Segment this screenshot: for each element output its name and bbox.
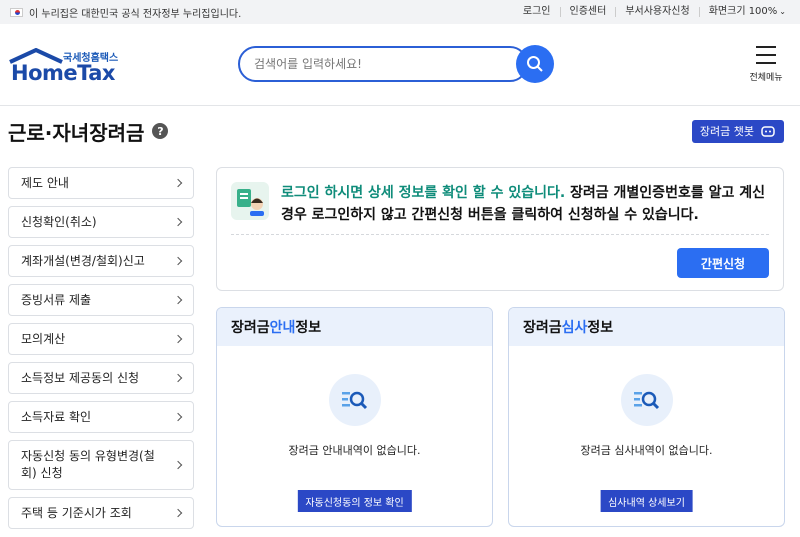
search-box bbox=[238, 45, 556, 84]
page-title: 근로·자녀장려금 bbox=[8, 120, 145, 145]
sidebar-item-check-cancel[interactable]: 신청확인(취소) bbox=[8, 206, 194, 238]
all-menu-button[interactable]: 전체메뉴 bbox=[748, 46, 784, 83]
all-menu-label: 전체메뉴 bbox=[749, 73, 783, 83]
robot-icon bbox=[761, 126, 775, 137]
sidebar: 제도 안내 신청확인(취소) 계좌개설(변경/철회)신고 증빙서류 제출 모의계… bbox=[8, 167, 194, 536]
search-input[interactable] bbox=[238, 46, 528, 82]
help-icon[interactable]: ? bbox=[152, 123, 169, 139]
chevron-down-icon: ⌄ bbox=[779, 7, 786, 16]
chevron-right-icon bbox=[173, 217, 183, 227]
chatbot-label: 장려금 챗봇 bbox=[699, 125, 754, 138]
gov-notice-text: 이 누리집은 대한민국 공식 전자정부 누리집입니다. bbox=[29, 8, 242, 20]
sidebar-item-account[interactable]: 계좌개설(변경/철회)신고 bbox=[8, 245, 194, 277]
sidebar-item-income-check[interactable]: 소득자료 확인 bbox=[8, 401, 194, 433]
gov-banner: 이 누리집은 대한민국 공식 전자정부 누리집입니다. 로그인 인증센터 부서사… bbox=[0, 0, 800, 24]
notice-highlight: 로그인 하시면 상세 정보를 확인 할 수 있습니다. bbox=[281, 185, 566, 201]
utility-links: 로그인 인증센터 부서사용자신청 화면크기 100% ⌄ bbox=[514, 7, 786, 17]
auto-consent-info-button[interactable]: 자동신청동의 정보 확인 bbox=[297, 490, 412, 512]
notice-text: 로그인 하시면 상세 정보를 확인 할 수 있습니다. 장려금 개별인증번호를 … bbox=[281, 182, 769, 226]
divider bbox=[231, 234, 769, 235]
search-icon bbox=[527, 56, 543, 72]
dept-user-link[interactable]: 부서사용자신청 bbox=[616, 7, 700, 17]
zoom-link[interactable]: 화면크기 100% ⌄ bbox=[700, 7, 786, 17]
hometax-logo[interactable]: 국세청홈택스 HomeTax bbox=[8, 48, 123, 88]
guide-info-card: 장려금 안내 정보 장려금 안내내역이 없습니다. 자동신청동의 정보 확인 bbox=[216, 307, 493, 527]
empty-list-icon bbox=[620, 374, 673, 426]
korea-flag-icon bbox=[10, 7, 23, 17]
chevron-right-icon bbox=[173, 178, 183, 188]
chevron-right-icon bbox=[173, 412, 183, 422]
card-title: 장려금 안내 정보 bbox=[217, 308, 492, 346]
sidebar-item-overview[interactable]: 제도 안내 bbox=[8, 167, 194, 199]
chevron-right-icon bbox=[173, 460, 183, 470]
sidebar-item-auto-consent[interactable]: 자동신청 동의 유형변경(철회) 신청 bbox=[8, 440, 194, 490]
chevron-right-icon bbox=[173, 334, 183, 344]
sidebar-item-house-price[interactable]: 주택 등 기준시가 조회 bbox=[8, 497, 194, 529]
empty-list-icon bbox=[328, 374, 381, 426]
title-bar: 근로·자녀장려금 ? 장려금 챗봇 bbox=[0, 106, 800, 156]
review-info-card: 장려금 심사 정보 장려금 심사내역이 없습니다. 심사내역 상세보기 bbox=[508, 307, 785, 527]
chevron-right-icon bbox=[173, 256, 183, 266]
sidebar-item-simulation[interactable]: 모의계산 bbox=[8, 323, 194, 355]
logo-wordmark: HomeTax bbox=[11, 61, 115, 85]
empty-message: 장려금 심사내역이 없습니다. bbox=[580, 444, 713, 457]
quick-apply-button[interactable]: 간편신청 bbox=[677, 248, 769, 278]
login-notice-box: 로그인 하시면 상세 정보를 확인 할 수 있습니다. 장려금 개별인증번호를 … bbox=[216, 167, 784, 291]
card-title: 장려금 심사 정보 bbox=[509, 308, 784, 346]
review-detail-button[interactable]: 심사내역 상세보기 bbox=[600, 490, 693, 512]
sidebar-item-documents[interactable]: 증빙서류 제출 bbox=[8, 284, 194, 316]
chevron-right-icon bbox=[173, 295, 183, 305]
search-button[interactable] bbox=[516, 45, 554, 83]
chevron-right-icon bbox=[173, 508, 183, 518]
cert-center-link[interactable]: 인증센터 bbox=[561, 7, 617, 17]
empty-message: 장려금 안내내역이 없습니다. bbox=[288, 444, 421, 457]
chatbot-button[interactable]: 장려금 챗봇 bbox=[691, 119, 784, 143]
chevron-right-icon bbox=[173, 373, 183, 383]
hamburger-icon bbox=[756, 46, 776, 64]
login-link[interactable]: 로그인 bbox=[514, 7, 561, 17]
site-header: 국세청홈택스 HomeTax 전체메뉴 bbox=[0, 24, 800, 106]
person-document-icon bbox=[231, 182, 269, 220]
sidebar-item-income-consent[interactable]: 소득정보 제공동의 신청 bbox=[8, 362, 194, 394]
